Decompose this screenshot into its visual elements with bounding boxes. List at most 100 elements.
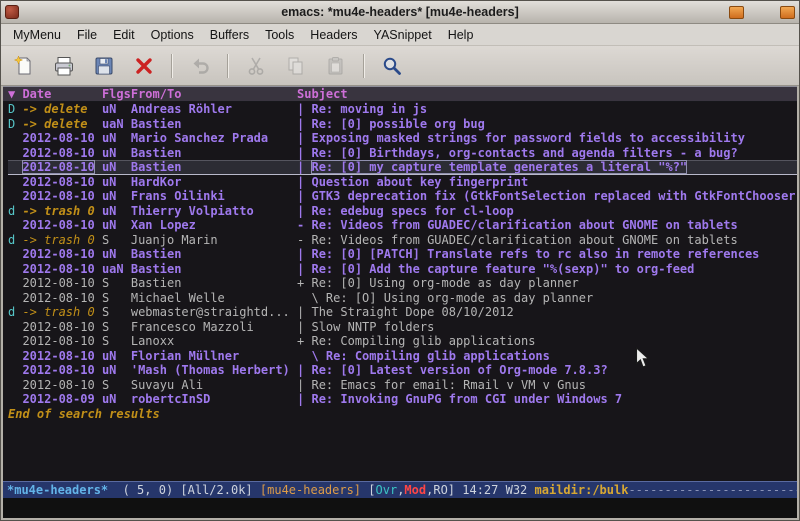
header-row[interactable]: d -> trash 0 uN Thierry Volpiatto | Re: …	[8, 204, 797, 219]
row-subject: Re: [0] Latest version of Org-mode 7.8.3…	[311, 363, 607, 377]
row-gap	[95, 175, 102, 189]
toolbar-close-button[interactable]	[129, 51, 159, 81]
row-date: 2012-08-10	[22, 131, 94, 145]
toolbar-group	[377, 51, 407, 81]
row-gap	[95, 247, 102, 261]
row-gap	[95, 291, 102, 305]
row-mark: d	[8, 233, 22, 247]
row-thread-indicator: -	[297, 233, 311, 247]
row-gap	[95, 392, 102, 406]
header-row[interactable]: 2012-08-10 S Francesco Mazzoli | Slow NN…	[8, 320, 797, 335]
row-subject: Exposing masked strings for password fie…	[311, 131, 744, 145]
modeline-maildir: maildir:/bulk	[535, 483, 629, 497]
row-subject: GTK3 deprecation fix (GtkFontSelection r…	[311, 189, 797, 203]
toolbar-separator	[171, 54, 173, 78]
header-row[interactable]: 2012-08-10 uN Bastien | Re: [0] my captu…	[8, 160, 797, 175]
save-icon	[93, 55, 115, 77]
row-thread-indicator: |	[297, 320, 311, 334]
header-row[interactable]: D -> delete uaN Bastien | Re: [0] possib…	[8, 117, 797, 132]
row-from: webmaster@straightd...	[131, 305, 297, 319]
row-subject: Re: Emacs for email: Rmail v VM v Gnus	[311, 378, 586, 392]
row-thread-indicator: \	[297, 349, 326, 363]
header-row[interactable]: 2012-08-10 S Bastien + Re: [0] Using org…	[8, 276, 797, 291]
buffer-frame: ▼ Date FlgsFrom/To Subject D -> delete u…	[1, 86, 799, 520]
column-header-subject[interactable]: Subject	[297, 87, 348, 101]
row-from: Juanjo Marin	[131, 233, 297, 247]
column-header-flags[interactable]: Flgs	[102, 87, 131, 101]
minimize-button[interactable]	[729, 6, 744, 19]
toolbar-search-button[interactable]	[377, 51, 407, 81]
toolbar-new-file-button[interactable]	[9, 51, 39, 81]
window-buttons	[729, 6, 795, 19]
row-date: 2012-08-10	[22, 378, 94, 392]
menu-item-edit[interactable]: Edit	[105, 26, 143, 44]
toolbar-undo-button	[185, 51, 215, 81]
row-mark: d	[8, 305, 22, 319]
column-header-date[interactable]: Date	[22, 87, 101, 101]
header-row[interactable]: 2012-08-10 uN Xan Lopez - Re: Videos fro…	[8, 218, 797, 233]
row-from: Francesco Mazzoli	[131, 320, 297, 334]
row-from: Bastien	[131, 276, 297, 290]
row-gap	[95, 204, 102, 218]
header-row[interactable]: D -> delete uN Andreas Röhler | Re: movi…	[8, 102, 797, 117]
menu-item-buffers[interactable]: Buffers	[202, 26, 257, 44]
header-row[interactable]: 2012-08-10 uN Florian Müllner \ Re: Comp…	[8, 349, 797, 364]
menu-item-tools[interactable]: Tools	[257, 26, 302, 44]
header-row[interactable]: 2012-08-10 S Suvayu Ali | Re: Emacs for …	[8, 378, 797, 393]
close-button[interactable]	[780, 6, 795, 19]
header-row[interactable]: d -> trash 0 S Juanjo Marin - Re: Videos…	[8, 233, 797, 248]
row-subject: Re: [0] Add the capture feature "%(sexp)…	[311, 262, 694, 276]
menu-item-file[interactable]: File	[69, 26, 105, 44]
header-row[interactable]: 2012-08-10 uN 'Mash (Thomas Herbert) | R…	[8, 363, 797, 378]
row-flags: uN	[102, 175, 131, 189]
header-row[interactable]: 2012-08-10 uaN Bastien | Re: [0] Add the…	[8, 262, 797, 277]
column-headers[interactable]: ▼ Date FlgsFrom/To Subject	[3, 86, 797, 102]
row-from: Frans Oilinki	[131, 189, 297, 203]
row-thread-indicator: |	[297, 131, 311, 145]
print-icon	[53, 55, 75, 77]
toolbar-print-button[interactable]	[49, 51, 79, 81]
echo-area[interactable]	[3, 498, 797, 518]
menu-item-options[interactable]: Options	[143, 26, 202, 44]
header-row[interactable]: 2012-08-10 uN Mario Sanchez Prada | Expo…	[8, 131, 797, 146]
modeline-buffer-name: *mu4e-headers*	[7, 483, 108, 497]
row-subject: Re: Compiling glib applications	[311, 334, 535, 348]
row-subject: Question about key fingerprint	[311, 175, 528, 189]
titlebar[interactable]: emacs: *mu4e-headers* [mu4e-headers]	[1, 1, 799, 24]
menu-item-mymenu[interactable]: MyMenu	[5, 26, 69, 44]
header-row[interactable]: 2012-08-09 uN robertcInSD | Re: Invoking…	[8, 392, 797, 407]
menu-item-headers[interactable]: Headers	[302, 26, 365, 44]
row-subject: Slow NNTP folders	[311, 320, 434, 334]
header-row[interactable]: d -> trash 0 S webmaster@straightd... | …	[8, 305, 797, 320]
header-row[interactable]: 2012-08-10 uN Bastien | Re: [0] [PATCH] …	[8, 247, 797, 262]
row-thread-indicator: |	[297, 363, 311, 377]
toolbar-save-button[interactable]	[89, 51, 119, 81]
row-from: Thierry Volpiatto	[131, 204, 297, 218]
header-row[interactable]: 2012-08-10 uN Frans Oilinki | GTK3 depre…	[8, 189, 797, 204]
search-icon	[381, 55, 403, 77]
header-row[interactable]: 2012-08-10 S Lanoxx + Re: Compiling glib…	[8, 334, 797, 349]
row-subject: Re: Compiling glib applications	[326, 349, 550, 363]
row-from: Lanoxx	[131, 334, 297, 348]
row-date: 2012-08-10	[22, 175, 94, 189]
header-row[interactable]: 2012-08-10 uN Bastien | Re: [0] Birthday…	[8, 146, 797, 161]
sort-direction-icon: ▼	[8, 87, 22, 101]
row-from: HardKor	[131, 175, 297, 189]
menu-item-yasnippet[interactable]: YASnippet	[366, 26, 440, 44]
row-date: 2012-08-10	[22, 363, 94, 377]
row-mark	[8, 160, 22, 174]
modeline-plain: [	[361, 483, 375, 497]
row-flags: S	[102, 291, 131, 305]
row-gap	[95, 262, 102, 276]
row-subject: Re: [0] Using org-mode as day planner	[311, 276, 578, 290]
row-date: 2012-08-10	[22, 349, 94, 363]
row-gap	[95, 117, 102, 131]
row-from: Xan Lopez	[131, 218, 297, 232]
modeline-plain: W32	[506, 483, 535, 497]
menu-item-help[interactable]: Help	[440, 26, 482, 44]
header-row[interactable]: 2012-08-10 S Michael Welle \ Re: [O] Usi…	[8, 291, 797, 306]
column-header-from[interactable]: From/To	[131, 87, 297, 101]
row-flags: uN	[102, 218, 131, 232]
row-mark	[8, 291, 22, 305]
header-row[interactable]: 2012-08-10 uN HardKor | Question about k…	[8, 175, 797, 190]
